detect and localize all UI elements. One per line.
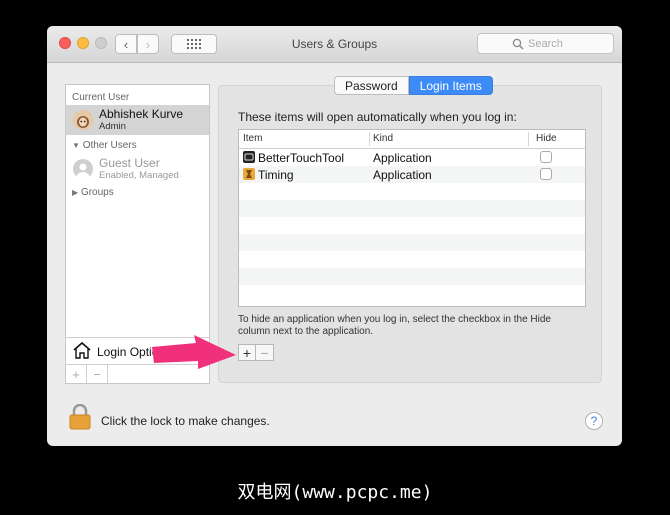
login-items-intro: These items will open automatically when… bbox=[238, 110, 517, 124]
current-user-heading: Current User bbox=[72, 92, 130, 103]
column-header-item[interactable]: Item bbox=[243, 133, 262, 144]
column-header-hide[interactable]: Hide bbox=[536, 133, 557, 144]
users-groups-window: ‹ › Users & Groups Search Current User A… bbox=[47, 26, 622, 446]
disclosure-down-icon: ▼ bbox=[72, 141, 80, 150]
groups-heading[interactable]: ▶ Groups bbox=[72, 187, 114, 198]
hide-hint-text: To hide an application when you log in, … bbox=[238, 314, 551, 337]
current-user-name: Abhishek Kurve bbox=[99, 107, 184, 121]
lock-icon bbox=[69, 403, 91, 430]
other-users-heading[interactable]: ▼ Other Users bbox=[72, 140, 137, 151]
tab-bar: Password Login Items bbox=[334, 76, 493, 95]
search-field[interactable]: Search bbox=[477, 33, 614, 54]
remove-user-button[interactable]: − bbox=[87, 365, 108, 383]
login-items-table: Item Kind Hide BetterTouchTool Applicati… bbox=[238, 129, 586, 307]
search-placeholder: Search bbox=[528, 37, 563, 50]
hide-checkbox[interactable] bbox=[540, 151, 552, 163]
guest-user-name: Guest User bbox=[99, 156, 160, 170]
lock-button[interactable] bbox=[69, 403, 91, 433]
hide-checkbox[interactable] bbox=[540, 168, 552, 180]
disclosure-right-icon: ▶ bbox=[72, 188, 79, 197]
tab-password[interactable]: Password bbox=[334, 76, 409, 95]
watermark-text: 双电网(www.pcpc.me) bbox=[237, 482, 433, 503]
timing-icon bbox=[243, 168, 255, 180]
item-kind: Application bbox=[373, 151, 432, 165]
avatar bbox=[73, 110, 93, 130]
annotation-arrow-icon bbox=[152, 335, 236, 369]
login-items-add-remove: + − bbox=[238, 344, 274, 361]
column-header-kind[interactable]: Kind bbox=[373, 133, 393, 144]
add-user-button[interactable]: + bbox=[66, 365, 87, 383]
remove-login-item-button[interactable]: − bbox=[256, 344, 274, 361]
search-icon bbox=[512, 38, 524, 50]
table-header: Item Kind Hide bbox=[239, 130, 585, 149]
guest-user-role: Enabled, Managed bbox=[99, 170, 179, 181]
sidebar-item-guest-user[interactable]: Guest User Enabled, Managed bbox=[66, 154, 209, 184]
lock-label: Click the lock to make changes. bbox=[101, 414, 270, 428]
bettertouchtool-icon bbox=[243, 151, 255, 163]
current-user-role: Admin bbox=[99, 121, 126, 132]
table-row[interactable]: BetterTouchTool Application bbox=[239, 149, 585, 166]
guest-avatar bbox=[73, 159, 93, 179]
table-row[interactable]: Timing Application bbox=[239, 166, 585, 183]
item-kind: Application bbox=[373, 168, 432, 182]
house-icon bbox=[73, 341, 91, 359]
item-name: BetterTouchTool bbox=[258, 151, 345, 165]
help-button[interactable]: ? bbox=[585, 412, 603, 430]
tab-login-items[interactable]: Login Items bbox=[408, 76, 493, 95]
item-name: Timing bbox=[258, 168, 294, 182]
title-bar: ‹ › Users & Groups Search bbox=[47, 26, 622, 63]
sidebar-item-current-user[interactable]: Abhishek Kurve Admin bbox=[66, 105, 209, 135]
add-login-item-button[interactable]: + bbox=[238, 344, 256, 361]
